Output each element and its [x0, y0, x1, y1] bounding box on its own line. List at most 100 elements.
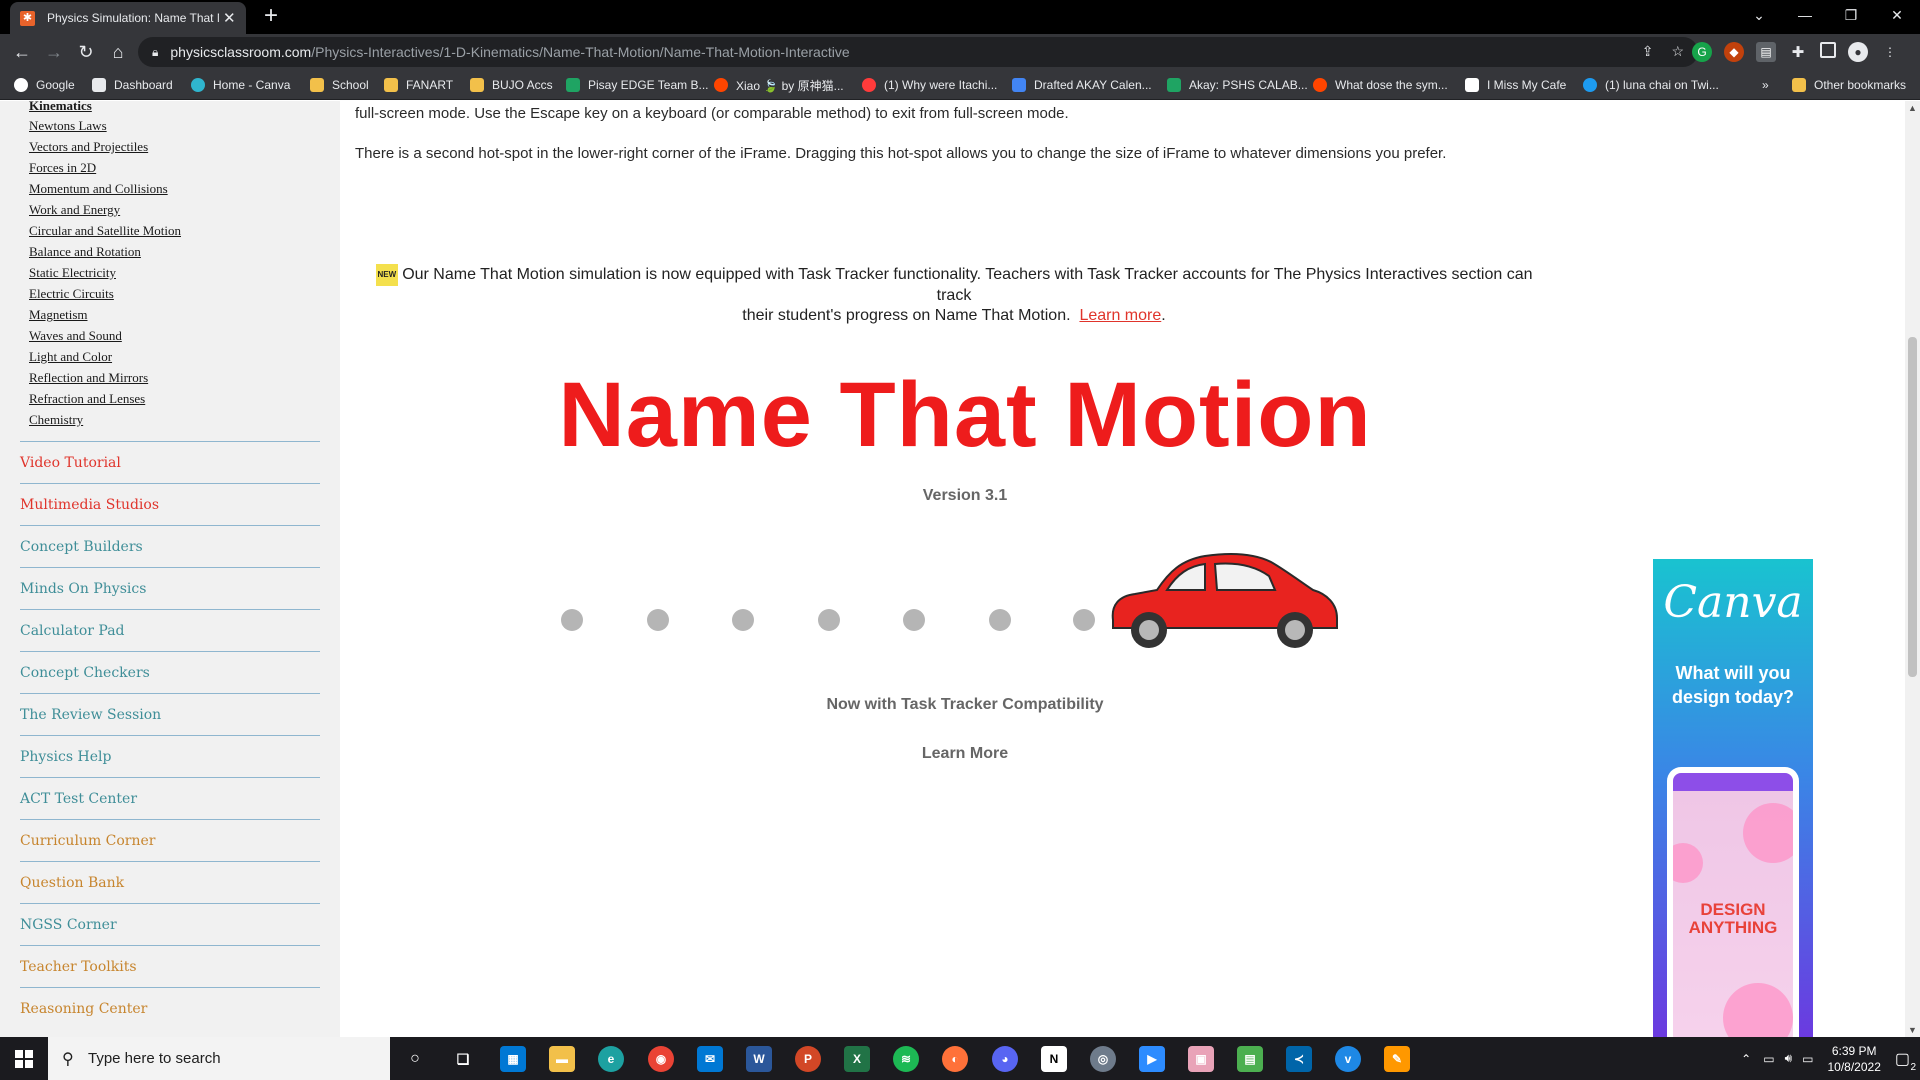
bookmark-drafted[interactable]: Drafted AKAY Calen...	[1012, 76, 1152, 94]
scroll-thumb[interactable]	[1908, 337, 1917, 677]
bookmark-star-icon[interactable]: ☆	[1671, 43, 1684, 60]
sidebar-item-multimedia-studios[interactable]: Multimedia Studios	[20, 483, 320, 525]
bookmark-symbol[interactable]: What dose the sym...	[1313, 76, 1448, 94]
mail-icon[interactable]: ✉	[697, 1046, 723, 1072]
bookmark-other[interactable]: Other bookmarks	[1792, 76, 1906, 94]
sidebar-item-reasoning-center[interactable]: Reasoning Center	[20, 987, 320, 1029]
sidebar-link-kinematics[interactable]: Kinematics	[29, 101, 92, 114]
sidebar-item-ngss-corner[interactable]: NGSS Corner	[20, 903, 320, 945]
sidebar-item-video-tutorial[interactable]: Video Tutorial	[20, 441, 320, 483]
sidebar-link-chemistry[interactable]: Chemistry	[29, 412, 83, 428]
sidebar-link-momentum[interactable]: Momentum and Collisions	[29, 181, 168, 197]
address-bar[interactable]: 🔒︎ physicsclassroom.com/Physics-Interact…	[138, 37, 1698, 67]
cortana-icon[interactable]: ○	[402, 1046, 428, 1072]
sidebar-item-act-test-center[interactable]: ACT Test Center	[20, 777, 320, 819]
bookmark-bujo[interactable]: BUJO Accs	[470, 76, 553, 94]
restore-icon[interactable]: ❐	[1828, 0, 1874, 30]
puzzle-icon[interactable]: ✚	[1788, 42, 1808, 62]
sidebar-item-review-session[interactable]: The Review Session	[20, 693, 320, 735]
bookmark-akay[interactable]: Akay: PSHS CALAB...	[1167, 76, 1308, 94]
sidebar-link-static[interactable]: Static Electricity	[29, 265, 116, 281]
tab-search-icon[interactable]: ⌄	[1736, 0, 1782, 30]
notifications-icon[interactable]: ▢ 2	[1895, 1049, 1916, 1073]
sidebar-link-waves[interactable]: Waves and Sound	[29, 328, 122, 344]
sidebar-item-calculator-pad[interactable]: Calculator Pad	[20, 609, 320, 651]
sidebar-link-vectors[interactable]: Vectors and Projectiles	[29, 139, 148, 155]
discord-icon[interactable]: ◕	[992, 1046, 1018, 1072]
file-explorer-icon[interactable]: ▬	[549, 1046, 575, 1072]
sidebar-link-circular[interactable]: Circular and Satellite Motion	[29, 223, 181, 239]
menu-dots-icon[interactable]: ⋮	[1880, 42, 1900, 62]
reload-icon[interactable]: ↻	[72, 38, 100, 66]
grammarly-icon[interactable]: G	[1692, 42, 1712, 62]
bookmark-twitter[interactable]: (1) luna chai on Twi...	[1583, 76, 1719, 94]
vimeo-icon[interactable]: v	[1335, 1046, 1361, 1072]
zoom-icon[interactable]: ▶	[1139, 1046, 1165, 1072]
lock-icon[interactable]: 🔒︎	[152, 45, 158, 60]
spotify-icon[interactable]: ≋	[893, 1046, 919, 1072]
new-tab-icon[interactable]: +	[258, 3, 284, 29]
app-icon[interactable]: ▣	[1188, 1046, 1214, 1072]
learn-more-button[interactable]: Learn More	[355, 745, 1575, 763]
network-icon[interactable]: ▭	[1763, 1052, 1774, 1066]
word-icon[interactable]: W	[746, 1046, 772, 1072]
sidebar-link-magnetism[interactable]: Magnetism	[29, 307, 88, 323]
bookmark-dashboard[interactable]: Dashboard	[92, 76, 173, 94]
bookmark-xiao[interactable]: Xiao 🍃 by 原神猫...	[714, 76, 844, 94]
close-window-icon[interactable]: ✕	[1874, 0, 1920, 30]
forward-icon[interactable]: →	[40, 38, 68, 66]
battery-icon[interactable]: ▭	[1802, 1052, 1813, 1066]
canva-advertisement[interactable]: Canva What will you design today? DESIGN…	[1653, 559, 1813, 1037]
scroll-down-icon[interactable]: ▼	[1905, 1025, 1920, 1035]
minimize-icon[interactable]: —	[1782, 0, 1828, 30]
firefox-icon[interactable]: ◐	[942, 1046, 968, 1072]
sidebar-link-newtons-laws[interactable]: Newtons Laws	[29, 118, 107, 134]
sidebar-item-teacher-toolkits[interactable]: Teacher Toolkits	[20, 945, 320, 987]
bookmark-canva[interactable]: Home - Canva	[191, 76, 290, 94]
sidebar-item-question-bank[interactable]: Question Bank	[20, 861, 320, 903]
spreadsheet-icon[interactable]: ▤	[1237, 1046, 1263, 1072]
share-icon[interactable]: ⇪	[1642, 43, 1654, 60]
taskbar-search[interactable]: ⚲ Type here to search	[48, 1037, 390, 1080]
start-button[interactable]	[0, 1037, 48, 1080]
bookmark-cafe[interactable]: I Miss My Cafe	[1465, 76, 1566, 94]
sidebar-link-forces-2d[interactable]: Forces in 2D	[29, 160, 96, 176]
store-icon[interactable]: ▦	[500, 1046, 526, 1072]
clock[interactable]: 6:39 PM 10/8/2022	[1827, 1043, 1880, 1075]
bookmark-fanart[interactable]: FANART	[384, 76, 453, 94]
sidebar-link-refraction[interactable]: Refraction and Lenses	[29, 391, 145, 407]
sidebar-link-work-energy[interactable]: Work and Energy	[29, 202, 120, 218]
paint-icon[interactable]: ✎	[1384, 1046, 1410, 1072]
show-hidden-icon[interactable]: ⌃	[1741, 1052, 1751, 1066]
home-icon[interactable]: ⌂	[104, 38, 132, 66]
side-panel-icon[interactable]	[1820, 42, 1836, 58]
bookmark-pisay[interactable]: Pisay EDGE Team B...	[566, 76, 709, 94]
excel-icon[interactable]: X	[844, 1046, 870, 1072]
profile-avatar[interactable]: ●	[1848, 42, 1868, 62]
powerpoint-icon[interactable]: P	[795, 1046, 821, 1072]
steam-icon[interactable]: ◎	[1090, 1046, 1116, 1072]
sidebar-link-light[interactable]: Light and Color	[29, 349, 112, 365]
sidebar-item-concept-builders[interactable]: Concept Builders	[20, 525, 320, 567]
sidebar-link-reflection[interactable]: Reflection and Mirrors	[29, 370, 148, 386]
bookmark-google[interactable]: Google	[14, 76, 75, 94]
chrome-icon[interactable]: ◉	[648, 1046, 674, 1072]
sidebar-item-concept-checkers[interactable]: Concept Checkers	[20, 651, 320, 693]
sidebar-item-physics-help[interactable]: Physics Help	[20, 735, 320, 777]
bookmark-itachi[interactable]: (1) Why were Itachi...	[862, 76, 997, 94]
sidebar-link-balance[interactable]: Balance and Rotation	[29, 244, 141, 260]
notion-icon[interactable]: N	[1041, 1046, 1067, 1072]
scroll-up-icon[interactable]: ▲	[1905, 103, 1920, 113]
browser-tab[interactable]: ✱ Physics Simulation: Name That M ✕	[10, 2, 246, 34]
learn-more-link[interactable]: Learn more	[1079, 307, 1161, 324]
close-tab-icon[interactable]: ✕	[223, 9, 236, 27]
task-view-icon[interactable]: ❏	[450, 1046, 476, 1072]
edge-icon[interactable]: e	[598, 1046, 624, 1072]
sidebar-link-circuits[interactable]: Electric Circuits	[29, 286, 114, 302]
sidebar-item-minds-on-physics[interactable]: Minds On Physics	[20, 567, 320, 609]
bookmark-school[interactable]: School	[310, 76, 369, 94]
volume-icon[interactable]: 🔊︎	[1785, 1051, 1793, 1066]
extension-icon[interactable]: ◆	[1724, 42, 1744, 62]
back-icon[interactable]: ←	[8, 38, 36, 66]
reading-list-icon[interactable]: ▤	[1756, 42, 1776, 62]
